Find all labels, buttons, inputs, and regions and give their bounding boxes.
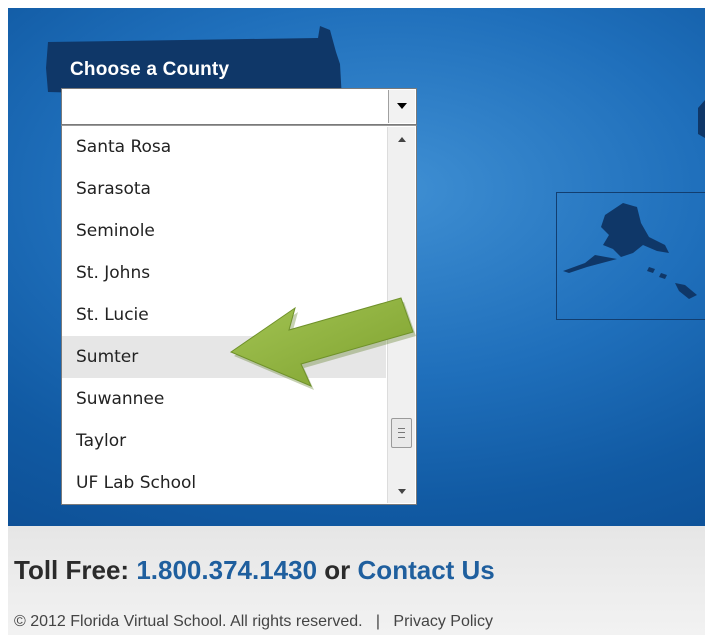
or-text: or: [324, 555, 351, 585]
scroll-grip-icon[interactable]: [391, 418, 412, 448]
dropdown-arrow-icon[interactable]: [388, 90, 415, 123]
copyright-line: © 2012 Florida Virtual School. All right…: [14, 613, 493, 631]
choose-county-label: Choose a County: [70, 59, 230, 80]
privacy-policy-link[interactable]: Privacy Policy: [393, 613, 493, 630]
county-option[interactable]: Sarasota: [62, 168, 386, 210]
copyright-text: © 2012 Florida Virtual School. All right…: [14, 613, 363, 630]
county-option[interactable]: UF Lab School: [62, 462, 386, 504]
alaska-map-shape: [563, 203, 697, 299]
alaska-hawaii-inset: [556, 192, 705, 320]
footer-separator: |: [375, 613, 381, 630]
toll-free-line: Toll Free: 1.800.374.1430 or Contact Us: [14, 555, 495, 586]
phone-link[interactable]: 1.800.374.1430: [136, 555, 317, 585]
county-option[interactable]: Taylor: [62, 420, 386, 462]
annotation-arrow: [229, 297, 416, 390]
contact-us-link[interactable]: Contact Us: [358, 555, 495, 585]
county-option[interactable]: Santa Rosa: [62, 126, 386, 168]
toll-free-prefix: Toll Free:: [14, 555, 130, 585]
county-option[interactable]: St. Johns: [62, 252, 386, 294]
county-select[interactable]: [61, 88, 417, 125]
scroll-down-icon[interactable]: [388, 479, 415, 503]
scroll-up-icon[interactable]: [388, 127, 415, 151]
county-option[interactable]: Seminole: [62, 210, 386, 252]
